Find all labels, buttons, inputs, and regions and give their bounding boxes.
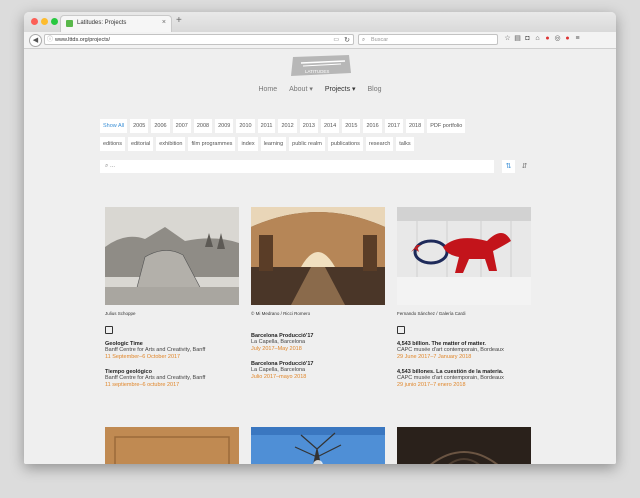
nav-projects[interactable]: Projects ▾ — [325, 86, 356, 93]
filter-year[interactable]: 2008 — [193, 119, 213, 133]
filter-category[interactable]: learning — [260, 137, 287, 151]
filter-year[interactable]: 2005 — [130, 119, 149, 133]
project-image[interactable] — [105, 207, 239, 305]
pocket-icon[interactable]: ◘ — [524, 35, 534, 42]
project-image[interactable] — [105, 427, 239, 464]
image-caption: Julius Schoppe — [105, 311, 136, 316]
project-card[interactable]: Fernando Sánchez / Galería Cardi 4,543 b… — [397, 207, 531, 389]
bookmark-star-icon[interactable]: ☆ — [504, 34, 514, 42]
project-date: July 2017–May 2018 — [251, 346, 302, 352]
new-tab-button[interactable]: + — [176, 15, 182, 26]
filter-year[interactable]: 2010 — [236, 119, 255, 133]
browser-search-placeholder: Buscar — [371, 37, 389, 43]
close-tab-icon[interactable]: × — [162, 19, 166, 26]
filter-category[interactable]: film programmes — [188, 137, 236, 151]
filter-year[interactable]: 2006 — [151, 119, 170, 133]
browser-search-input[interactable]: ⌕ Buscar — [358, 34, 498, 45]
filter-year[interactable]: 2015 — [342, 119, 361, 133]
browser-tab[interactable]: Latitudes: Projects × — [60, 15, 172, 32]
project-card[interactable]: Julius Schoppe Geologic Time Banff Centr… — [105, 207, 239, 389]
project-venue: La Capella, Barcelona — [251, 367, 306, 373]
filter-year[interactable]: 2018 — [405, 119, 425, 133]
project-card[interactable]: © Mi Medrano / Ricci Romero Barcelona Pr… — [251, 207, 385, 381]
reload-icon[interactable]: ↻ — [344, 35, 350, 46]
filter-year[interactable]: 2016 — [363, 119, 382, 133]
toolbar-icons: ☆▤ ◘ ⌂ ● ◎ ● ≡ — [504, 34, 584, 42]
category-filter: editions editorial exhibition film programm… — [100, 137, 417, 151]
camera-icon — [397, 326, 405, 334]
browser-toolbar: ◀ ⓘ www.lttds.org/projects/ ▭ ↻ ⌕ Buscar… — [24, 32, 616, 49]
image-caption: © Mi Medrano / Ricci Romero — [251, 311, 311, 316]
project-image[interactable] — [397, 427, 531, 464]
favicon-icon — [66, 20, 73, 27]
zoom-window-button[interactable] — [51, 18, 58, 25]
info-icon[interactable]: ⓘ — [47, 35, 53, 46]
url-text: www.lttds.org/projects/ — [55, 37, 111, 43]
project-date: 29 June 2017–7 January 2018 — [397, 354, 472, 360]
filter-year[interactable]: 2011 — [257, 119, 276, 133]
home-icon[interactable]: ⌂ — [534, 35, 544, 42]
filter-show-all[interactable]: Show All — [100, 119, 128, 133]
tab-title: Latitudes: Projects — [77, 20, 127, 26]
nav-about[interactable]: About ▾ — [289, 86, 313, 93]
filter-category[interactable]: index — [238, 137, 258, 151]
logo-text: LATITUDES — [305, 69, 329, 74]
filter-year[interactable]: 2007 — [172, 119, 191, 133]
image-caption: Fernando Sánchez / Galería Cardi — [397, 311, 466, 316]
search-icon: ⌕ — [105, 163, 109, 169]
project-venue: CAPC musée d'art contemporain, Bordeaux — [397, 375, 504, 381]
reader-view-icon[interactable]: ▭ — [333, 35, 339, 46]
project-image[interactable] — [251, 207, 385, 305]
extension-red-icon[interactable]: ● — [544, 35, 554, 42]
filter-year[interactable]: 2013 — [299, 119, 318, 133]
filter-year[interactable]: 2017 — [384, 119, 403, 133]
browser-window: Latitudes: Projects × + ◀ ⓘ www.lttds.or… — [24, 12, 616, 464]
filter-category[interactable]: talks — [396, 137, 414, 151]
search-placeholder: ... — [110, 163, 116, 169]
title-bar: Latitudes: Projects × + — [24, 12, 616, 32]
filter-category[interactable]: publications — [327, 137, 363, 151]
filter-category[interactable]: research — [365, 137, 394, 151]
camera-icon — [105, 326, 113, 334]
menu-icon[interactable]: ≡ — [574, 35, 584, 42]
project-image[interactable] — [251, 427, 385, 464]
project-venue: Banff Centre for Arts and Creativity, Ba… — [105, 375, 206, 381]
year-filter: Show All 2005 2006 2007 2008 2009 2010 2011 2012… — [100, 119, 468, 133]
main-nav: Home About ▾ Projects ▾ Blog — [24, 85, 616, 93]
project-date: 11 September–6 October 2017 — [105, 354, 181, 360]
sort-button[interactable]: ⇵ — [518, 160, 531, 173]
reading-list-icon[interactable]: ▤ — [514, 34, 524, 42]
minimize-window-button[interactable] — [41, 18, 48, 25]
extension-icon[interactable]: ◎ — [554, 34, 564, 42]
filter-year[interactable]: 2009 — [215, 119, 234, 133]
filter-category[interactable]: exhibition — [156, 137, 186, 151]
projects-search-input[interactable]: ⌕ ... — [100, 160, 494, 173]
search-icon: ⌕ — [362, 37, 366, 43]
project-venue: La Capella, Barcelona — [251, 339, 306, 345]
back-button[interactable]: ◀ — [29, 34, 42, 47]
filter-category[interactable]: editorial — [127, 137, 154, 151]
adblock-icon[interactable]: ● — [564, 35, 574, 42]
filter-pdf-portfolio[interactable]: PDF portfolio — [427, 119, 466, 133]
project-venue: Banff Centre for Arts and Creativity, Ba… — [105, 347, 206, 353]
nav-home[interactable]: Home — [258, 86, 277, 93]
project-date: 29 junio 2017–7 enero 2018 — [397, 382, 466, 388]
close-window-button[interactable] — [31, 18, 38, 25]
filter-year[interactable]: 2012 — [278, 119, 297, 133]
grid-view-button[interactable]: ⇅ — [502, 160, 515, 173]
filter-category[interactable]: editions — [100, 137, 125, 151]
filter-category[interactable]: public realm — [289, 137, 325, 151]
project-date: Julio 2017–mayo 2018 — [251, 374, 307, 380]
latitudes-logo[interactable]: LATITUDES — [289, 55, 353, 77]
project-venue: CAPC musée d'art contemporain, Bordeaux — [397, 347, 504, 353]
url-bar[interactable]: ⓘ www.lttds.org/projects/ ▭ ↻ — [44, 34, 354, 45]
nav-blog[interactable]: Blog — [368, 86, 382, 93]
page-content: LATITUDES Home About ▾ Projects ▾ Blog S… — [24, 49, 616, 464]
project-image[interactable] — [397, 207, 531, 305]
filter-year[interactable]: 2014 — [320, 119, 340, 133]
project-date: 11 septiembre–6 octubre 2017 — [105, 382, 180, 388]
